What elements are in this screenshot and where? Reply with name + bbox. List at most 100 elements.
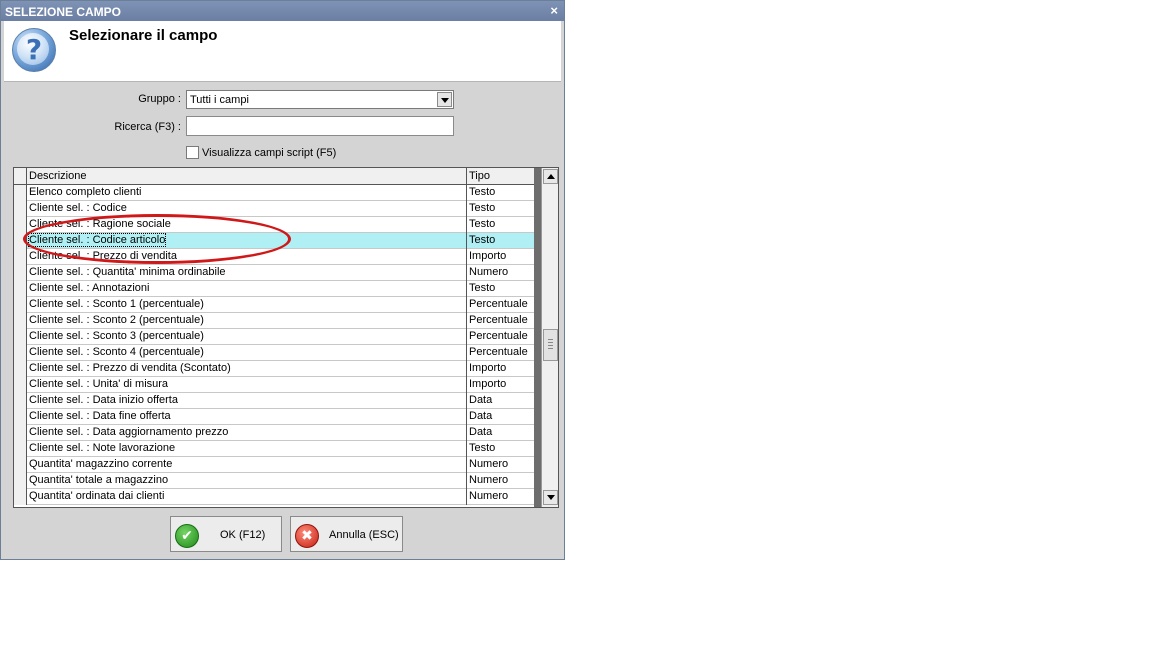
cell-descrizione: Cliente sel. : Data aggiornamento prezzo [29,426,229,438]
table-row[interactable]: Cliente sel. : Prezzo di vendita Importo [14,249,534,265]
table-row[interactable]: Cliente sel. : Data inizio offerta Data [14,393,534,409]
row-indicator[interactable] [14,265,27,281]
table-row[interactable]: Cliente sel. : Sconto 3 (percentuale) Per… [14,329,534,345]
ok-button-label: OK (F12) [220,529,266,541]
cell-descrizione: Cliente sel. : Sconto 3 (percentuale) [29,330,204,342]
row-indicator[interactable] [14,425,27,441]
cell-tipo: Testo [469,442,496,454]
cell-tipo: Importo [469,378,507,390]
scroll-up-icon[interactable] [543,169,558,184]
table-row[interactable]: Cliente sel. : Sconto 2 (percentuale) Per… [14,313,534,329]
row-indicator[interactable] [14,329,27,345]
row-indicator[interactable] [14,393,27,409]
table-row[interactable]: Cliente sel. : Ragione sociale Testo [14,217,534,233]
chevron-down-icon[interactable] [437,92,452,107]
table-row[interactable]: Quantita' magazzino corrente Numero [14,457,534,473]
ricerca-label: Ricerca (F3) : [114,121,181,133]
row-indicator[interactable] [14,297,27,313]
cell-tipo: Percentuale [469,330,528,342]
cell-tipo: Percentuale [469,314,528,326]
table-row[interactable]: Cliente sel. : Sconto 4 (percentuale) Per… [14,345,534,361]
cell-descrizione: Cliente sel. : Unita' di misura [29,378,169,390]
cell-descrizione: Cliente sel. : Data fine offerta [29,410,171,422]
window-title: SELEZIONE CAMPO [5,5,122,19]
gruppo-value: Tutti i campi [190,94,249,106]
table-row[interactable]: Cliente sel. : Annotazioni Testo [14,281,534,297]
cell-tipo: Numero [469,458,509,470]
check-icon: ✔ [175,524,199,548]
table-header: Descrizione Tipo [14,168,542,185]
cell-tipo: Numero [469,474,509,486]
table-row[interactable]: Cliente sel. : Note lavorazione Testo [14,441,534,457]
table-row[interactable]: Cliente sel. : Unita' di misura Importo [14,377,534,393]
cell-tipo: Data [469,426,493,438]
row-indicator[interactable] [14,233,27,249]
column-header-tipo[interactable]: Tipo [469,170,490,182]
cell-tipo: Testo [469,218,496,230]
table-row[interactable]: Quantita' totale a magazzino Numero [14,473,534,489]
row-indicator[interactable] [14,249,27,265]
gruppo-combo[interactable]: Tutti i campi [186,90,454,109]
cell-descrizione: Cliente sel. : Quantita' minima ordinabi… [29,266,226,278]
title-bar[interactable]: SELEZIONE CAMPO × [1,1,564,21]
row-indicator[interactable] [14,313,27,329]
row-indicator[interactable] [14,409,27,425]
cell-tipo: Percentuale [469,346,528,358]
vertical-scrollbar[interactable] [541,168,558,507]
row-indicator[interactable] [14,185,27,201]
ricerca-input[interactable] [186,116,454,136]
table-row[interactable]: Quantita' ordinata dai clienti Numero [14,489,534,505]
row-indicator[interactable] [14,489,27,505]
row-indicator[interactable] [14,473,27,489]
cell-tipo: Importo [469,250,507,262]
table-row[interactable]: Cliente sel. : Codice Testo [14,201,534,217]
table-row[interactable]: Cliente sel. : Data fine offerta Data [14,409,534,425]
cell-descrizione: Cliente sel. : Ragione sociale [29,218,171,230]
cell-descrizione: Cliente sel. : Prezzo di vendita (Sconta… [29,362,231,374]
row-indicator[interactable] [14,345,27,361]
cell-descrizione: Cliente sel. : Codice [29,202,127,214]
row-indicator[interactable] [14,441,27,457]
ok-button[interactable]: ✔ OK (F12) [170,516,282,552]
script-fields-checkbox[interactable] [186,146,199,159]
cell-descrizione: Cliente sel. : Prezzo di vendita [29,250,177,262]
cancel-icon: ✖ [295,524,319,548]
table-row[interactable]: Cliente sel. : Prezzo di vendita (Sconta… [14,361,534,377]
cell-tipo: Testo [469,186,496,198]
cell-descrizione: Cliente sel. : Codice articolo [27,233,167,247]
cell-descrizione: Cliente sel. : Sconto 4 (percentuale) [29,346,204,358]
grid-right-edge [534,168,541,507]
table-row[interactable]: Cliente sel. : Codice articolo Testo [14,233,534,249]
cell-descrizione: Elenco completo clienti [29,186,142,198]
table-row[interactable]: Elenco completo clienti Testo [14,185,534,201]
row-indicator-header [14,168,27,184]
close-icon[interactable]: × [550,3,558,18]
scroll-down-icon[interactable] [543,490,558,505]
cell-descrizione: Quantita' ordinata dai clienti [29,490,165,502]
cell-descrizione: Cliente sel. : Sconto 1 (percentuale) [29,298,204,310]
script-fields-label[interactable]: Visualizza campi script (F5) [202,147,336,159]
cancel-button-label: Annulla (ESC) [329,529,399,541]
table-row[interactable]: Cliente sel. : Sconto 1 (percentuale) Per… [14,297,534,313]
table-row[interactable]: Cliente sel. : Data aggiornamento prezzo… [14,425,534,441]
cell-descrizione: Cliente sel. : Data inizio offerta [29,394,178,406]
header-title: Selezionare il campo [69,27,218,44]
row-indicator[interactable] [14,377,27,393]
row-indicator[interactable] [14,201,27,217]
cancel-button[interactable]: ✖ Annulla (ESC) [290,516,403,552]
gruppo-label: Gruppo : [138,93,181,105]
scroll-thumb[interactable] [543,329,558,361]
cell-descrizione: Quantita' totale a magazzino [29,474,169,486]
selezione-campo-dialog: SELEZIONE CAMPO × ? Selezionare il campo… [0,0,565,560]
row-indicator[interactable] [14,457,27,473]
row-indicator[interactable] [14,281,27,297]
table-row[interactable]: Cliente sel. : Quantita' minima ordinabi… [14,265,534,281]
fields-table[interactable]: Descrizione Tipo Elenco completo clienti… [13,167,559,508]
cell-tipo: Numero [469,490,509,502]
row-indicator[interactable] [14,361,27,377]
cell-tipo: Numero [469,266,509,278]
column-header-descrizione[interactable]: Descrizione [29,170,86,182]
cell-tipo: Data [469,394,493,406]
row-indicator[interactable] [14,217,27,233]
cell-tipo: Testo [469,202,496,214]
